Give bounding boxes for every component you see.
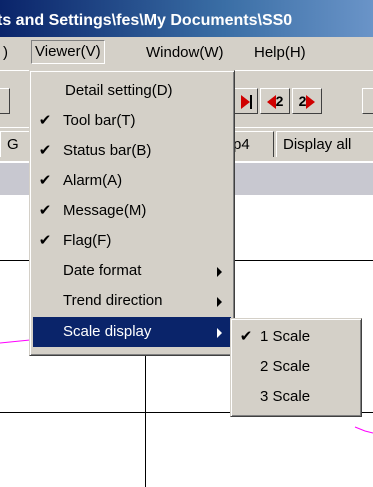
menu-item-label: 2 Scale xyxy=(260,358,311,375)
menu-item-2-scale[interactable]: 2 Scale xyxy=(234,352,358,382)
check-icon: ✔ xyxy=(38,202,52,219)
scale-submenu: ✔ 1 Scale 2 Scale 3 Scale xyxy=(230,318,362,417)
submenu-arrow-icon xyxy=(217,297,222,307)
viewer-menu: Detail setting(D) ✔ Tool bar(T) ✔ Status… xyxy=(29,70,235,356)
menu-item-label: Tool bar(T) xyxy=(63,112,136,129)
menu-item-label: Detail setting(D) xyxy=(65,82,173,99)
menu-viewer[interactable]: Viewer(V) xyxy=(31,40,105,64)
menu-item-label: Status bar(B) xyxy=(63,142,152,159)
menu-item-1-scale[interactable]: ✔ 1 Scale xyxy=(234,322,358,352)
check-icon: ✔ xyxy=(239,328,253,345)
next-marker-button[interactable] xyxy=(234,88,258,114)
menu-item-alarm[interactable]: ✔ Alarm(A) xyxy=(33,166,231,196)
menu-item-label: Message(M) xyxy=(63,202,147,219)
menu-help[interactable]: Help(H) xyxy=(254,42,306,64)
menu-item-label: Date format xyxy=(63,262,142,279)
play-right-icon xyxy=(240,95,250,110)
back-two-label: 2 xyxy=(275,93,284,109)
menu-item-date-format[interactable]: Date format xyxy=(33,256,231,286)
menu-item-message[interactable]: ✔ Message(M) xyxy=(33,196,231,226)
toolbar-button-partial-right[interactable] xyxy=(362,88,373,114)
menu-item-label: Trend direction xyxy=(63,292,163,309)
menu-item-scale-display[interactable]: Scale display xyxy=(33,317,231,347)
menu-item-label: Alarm(A) xyxy=(63,172,123,189)
check-icon: ✔ xyxy=(38,232,52,249)
menu-item-label: 1 Scale xyxy=(260,328,311,345)
play-right-icon xyxy=(306,95,316,110)
tab-display-all[interactable]: Display all xyxy=(276,131,373,157)
play-left-icon xyxy=(266,95,276,110)
submenu-arrow-icon xyxy=(217,328,222,338)
window-title: ts and Settings\fes\My Documents\SS0 xyxy=(0,12,293,29)
menu-item-flag[interactable]: ✔ Flag(F) xyxy=(33,226,231,256)
check-icon: ✔ xyxy=(38,112,52,129)
tab-g[interactable]: G xyxy=(0,131,30,157)
check-icon: ✔ xyxy=(38,172,52,189)
menu-item-label: Scale display xyxy=(63,323,152,340)
window-title-bar: ts and Settings\fes\My Documents\SS0 xyxy=(0,0,373,37)
menu-item-tool-bar[interactable]: ✔ Tool bar(T) xyxy=(33,106,231,136)
submenu-arrow-icon xyxy=(217,267,222,277)
menu-partial[interactable]: ) xyxy=(3,42,8,64)
forward-two-label: 2 xyxy=(298,93,307,109)
toolbar-button-partial[interactable] xyxy=(0,88,10,114)
menu-item-3-scale[interactable]: 3 Scale xyxy=(234,382,358,412)
menu-item-trend-direction[interactable]: Trend direction xyxy=(33,286,231,316)
menu-item-label: Flag(F) xyxy=(63,232,112,249)
menu-item-status-bar[interactable]: ✔ Status bar(B) xyxy=(33,136,231,166)
back-two-button[interactable]: 2 xyxy=(260,88,290,114)
menu-window[interactable]: Window(W) xyxy=(146,42,224,64)
menu-bar: ) Viewer(V) Window(W) Help(H) xyxy=(0,37,373,71)
forward-two-button[interactable]: 2 xyxy=(292,88,322,114)
bar-icon xyxy=(249,95,252,110)
menu-item-detail-setting[interactable]: Detail setting(D) xyxy=(33,76,231,106)
check-icon: ✔ xyxy=(38,142,52,159)
menu-item-label: 3 Scale xyxy=(260,388,311,405)
